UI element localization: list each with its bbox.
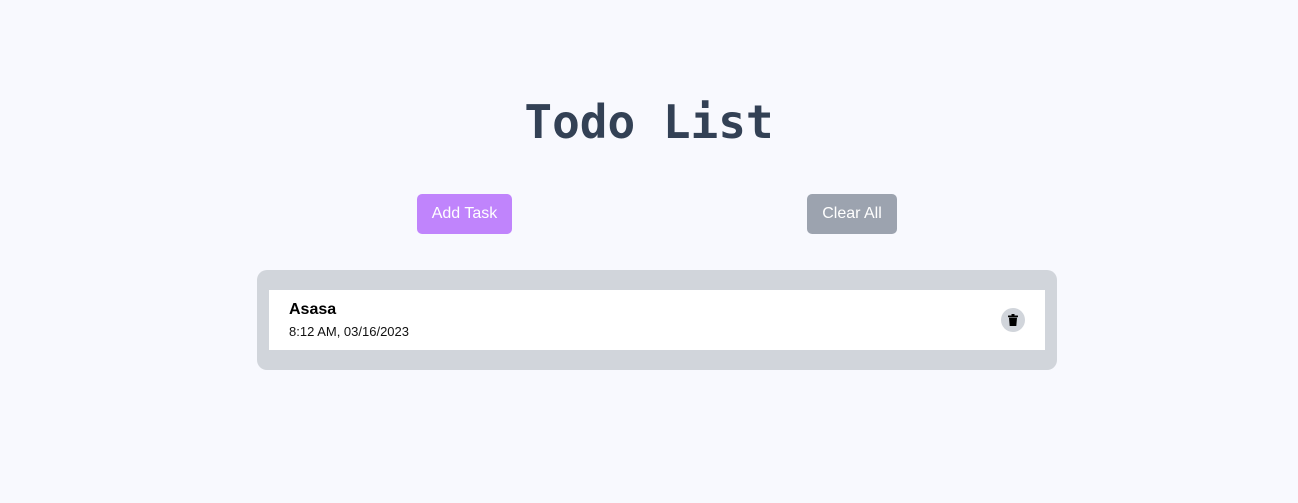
task-name: Asasa: [289, 301, 337, 318]
add-task-button[interactable]: Add Task: [417, 194, 512, 234]
task-timestamp: 8:12 AM, 03/16/2023: [289, 324, 409, 339]
delete-task-button[interactable]: [1001, 308, 1025, 332]
page-title: Todo List: [524, 95, 774, 149]
list-item: Asasa 8:12 AM, 03/16/2023: [269, 290, 1045, 350]
clear-all-button[interactable]: Clear All: [807, 194, 897, 234]
task-list: Asasa 8:12 AM, 03/16/2023: [257, 270, 1057, 370]
trash-icon: [1008, 314, 1018, 326]
